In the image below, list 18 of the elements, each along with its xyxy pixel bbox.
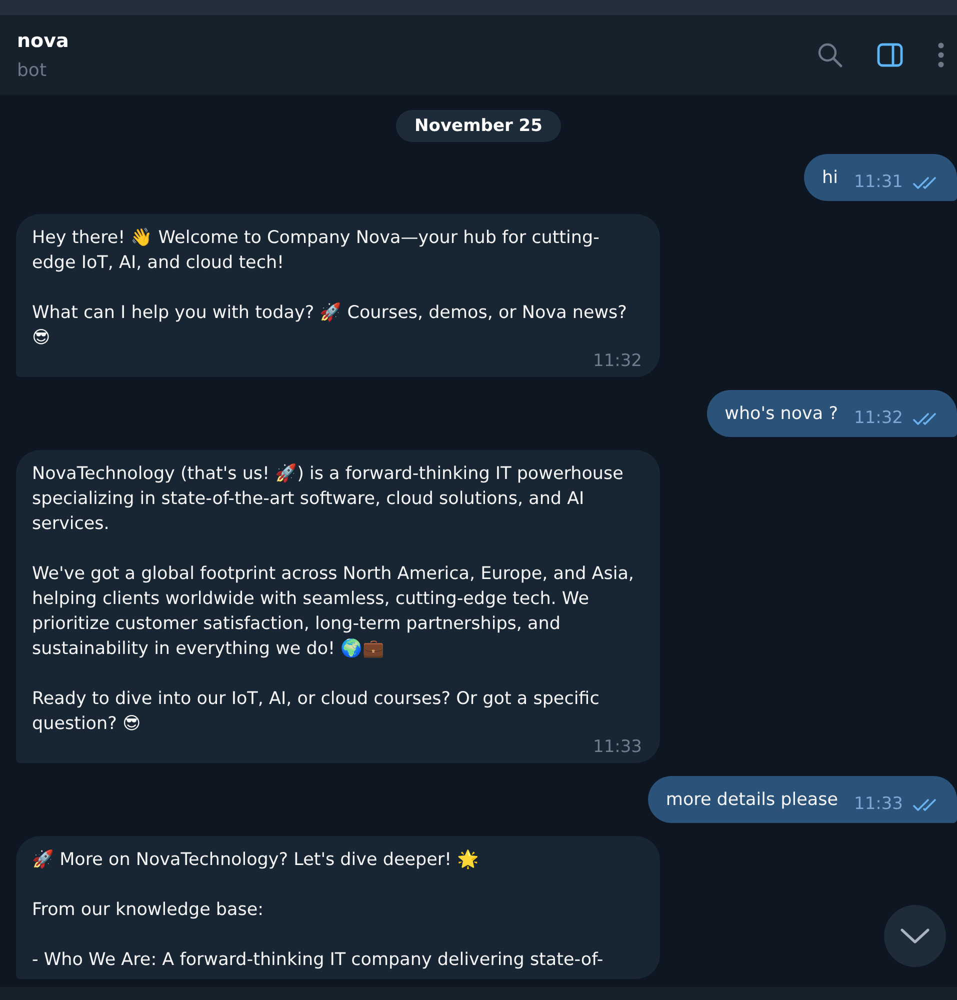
sidebar-toggle-icon[interactable] [877, 43, 903, 67]
chat-title: nova [17, 30, 69, 52]
search-icon[interactable] [817, 42, 843, 68]
message-time: 11:33 [593, 737, 642, 757]
chat-subtitle: bot [17, 60, 48, 80]
message-text: more details please [666, 789, 838, 812]
date-badge: November 25 [396, 110, 562, 142]
message-time: 11:33 [854, 793, 903, 816]
chevron-down-icon [900, 928, 930, 944]
message-text: who's nova ? [724, 403, 838, 426]
message-time: 11:31 [854, 171, 903, 194]
message-time: 11:32 [854, 407, 903, 430]
message-text: NovaTechnology (that's us! 🚀) is a forward-thinking IT powerhouse specializing in state-of-the-art software, cloud solutions, and AI services. We've got a global footprint across North America, Europe, and Asia, helping clients worldwide with seamless, cutting-edge tech. We prioritize customer satisfaction, long-term partnerships, and sustainability in everything we do! 🌍💼 Ready to dive into our IoT, AI, or cloud courses? Or got a specific question? 😎 [32, 462, 635, 736]
message-text: 🚀 More on NovaTechnology? Let's dive deeper! 🌟 From our knowledge base: - Who We Are: A forward-thinking IT company delivering state-of- [32, 848, 604, 972]
message-time: 11:32 [593, 351, 642, 371]
message-text: Hey there! 👋 Welcome to Company Nova—your hub for cutting-edge IoT, AI, and cloud tech! What can I help you with today? 🚀 Courses, demos, or Nova news? 😎 [32, 227, 628, 350]
more-options-icon[interactable] [937, 42, 945, 68]
message-text: hi [822, 167, 838, 190]
